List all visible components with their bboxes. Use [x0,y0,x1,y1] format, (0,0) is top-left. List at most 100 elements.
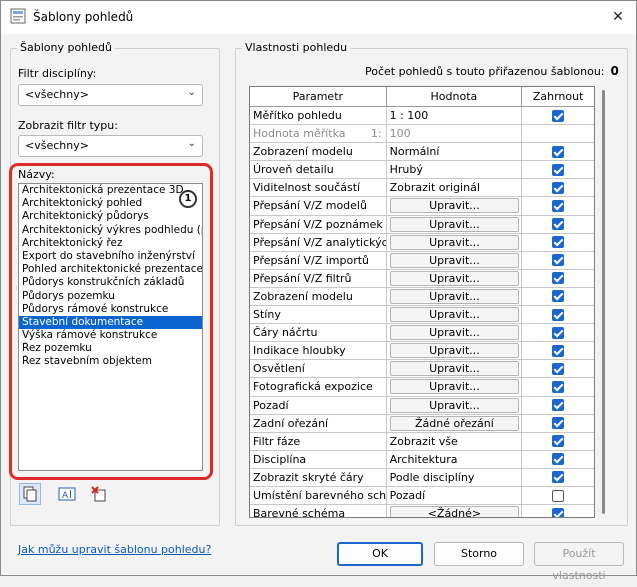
edit-button[interactable]: Upravit... [389,379,520,395]
edit-button[interactable]: Upravit... [389,270,520,286]
edit-button[interactable]: <Žádné> [389,506,520,517]
value-cell: Upravit... [387,324,523,342]
include-checkbox[interactable] [552,200,565,213]
include-checkbox[interactable] [552,236,565,249]
value-cell[interactable]: Podle disciplíny [387,468,523,486]
value-cell[interactable]: Normální [387,143,523,161]
table-row: Pozadí Upravit... [250,396,594,415]
include-checkbox[interactable] [552,417,565,430]
annotation-highlight [9,163,213,480]
ok-button[interactable]: OK [337,542,423,566]
table-row: Umístění barevného schématuPozadí [250,486,594,506]
parameter-cell: Fotografická expozice [250,378,387,396]
apply-properties-button[interactable]: Použít vlastnosti [534,542,624,582]
value-cell[interactable]: Hrubý [387,161,523,179]
include-checkbox[interactable] [552,471,565,484]
parameter-cell: Osvětlení [250,360,387,378]
value-cell: Upravit... [387,306,523,324]
parameter-cell: Viditelnost součástí [250,179,387,197]
type-filter-value: <všechny> [25,139,89,152]
discipline-filter-value: <všechny> [25,88,89,101]
include-checkbox[interactable] [552,254,565,267]
include-cell [522,469,594,486]
include-checkbox[interactable] [552,344,565,357]
include-checkbox[interactable] [552,218,565,231]
edit-button[interactable]: Upravit... [389,397,520,413]
cancel-button[interactable]: Storno [434,542,524,566]
edit-button[interactable]: Upravit... [389,216,520,232]
include-checkbox[interactable] [552,109,565,122]
edit-button[interactable]: Upravit... [389,325,520,341]
include-checkbox[interactable] [552,399,565,412]
help-link[interactable]: Jak můžu upravit šablonu pohledu? [18,543,211,556]
value-cell: Upravit... [387,396,523,414]
app-icon [10,8,26,24]
edit-button[interactable]: Upravit... [389,361,520,377]
include-cell [522,360,594,377]
include-checkbox[interactable] [552,507,565,517]
close-icon[interactable]: ✕ [608,7,628,27]
parameter-cell: Disciplína [250,450,387,468]
value-cell: Upravit... [387,215,523,233]
include-cell [522,433,594,450]
include-checkbox[interactable] [552,290,565,303]
rename-icon: A [58,487,76,501]
include-cell [522,306,594,323]
include-checkbox[interactable] [552,362,565,375]
include-checkbox[interactable] [552,380,565,393]
edit-button[interactable]: Upravit... [389,343,520,359]
include-checkbox[interactable] [552,453,565,466]
table-row: Přepsání V/Z modelů Upravit... [250,197,594,216]
include-cell [522,451,594,468]
parameter-cell: Filtr fáze [250,432,387,450]
include-cell [522,342,594,359]
include-cell [522,234,594,251]
value-cell: Upravit... [387,251,523,269]
value-cell[interactable]: 1 : 100 [387,107,523,125]
header-include[interactable]: Zahrnout [522,87,594,106]
include-cell [522,415,594,432]
header-parameter[interactable]: Parametr [250,87,387,106]
scrollbar-thumb[interactable] [602,90,605,514]
value-cell: Upravit... [387,197,523,215]
table-row: Přepsání V/Z importů Upravit... [250,251,594,270]
edit-button[interactable]: Upravit... [389,307,520,323]
value-cell[interactable]: Pozadí [387,486,523,505]
include-checkbox[interactable] [552,308,565,321]
window-title: Šablony pohledů [33,10,134,24]
templates-group-title: Šablony pohledů [17,41,115,54]
table-row: Stíny Upravit... [250,306,594,325]
include-checkbox[interactable] [552,145,565,158]
delete-button[interactable] [88,483,110,505]
value-cell[interactable]: Zobrazit vše [387,432,523,450]
edit-button[interactable]: Upravit... [389,198,520,214]
header-value[interactable]: Hodnota [387,87,523,106]
include-cell [522,107,594,124]
include-checkbox[interactable] [552,435,565,448]
type-filter-select[interactable]: <všechny> ⌄ [18,135,203,157]
edit-button[interactable]: Upravit... [389,288,520,304]
include-cell [522,161,594,178]
edit-button[interactable]: Upravit... [389,234,520,250]
include-checkbox[interactable] [552,272,565,285]
discipline-filter-select[interactable]: <všechny> ⌄ [18,84,203,106]
duplicate-button[interactable] [19,483,41,505]
value-cell[interactable]: Zobrazit originál [387,179,523,197]
edit-button[interactable]: Žádné ořezání [389,415,520,431]
edit-button[interactable]: Upravit... [389,252,520,268]
include-checkbox[interactable] [552,489,565,502]
value-cell: Žádné ořezání [387,414,523,432]
value-cell: Upravit... [387,378,523,396]
include-checkbox[interactable] [552,326,565,339]
include-cell [522,197,594,214]
value-cell: Upravit... [387,287,523,306]
value-cell[interactable]: Architektura [387,450,523,468]
include-cell [522,179,594,196]
grid-scrollbar[interactable] [598,86,610,518]
include-checkbox[interactable] [552,163,565,176]
parameter-cell: Úroveň detailu [250,161,387,179]
rename-button[interactable]: A [56,483,78,505]
include-checkbox[interactable] [552,181,565,194]
value-cell: <Žádné> [387,505,523,517]
parameter-cell: Zobrazení modelu [250,143,387,161]
